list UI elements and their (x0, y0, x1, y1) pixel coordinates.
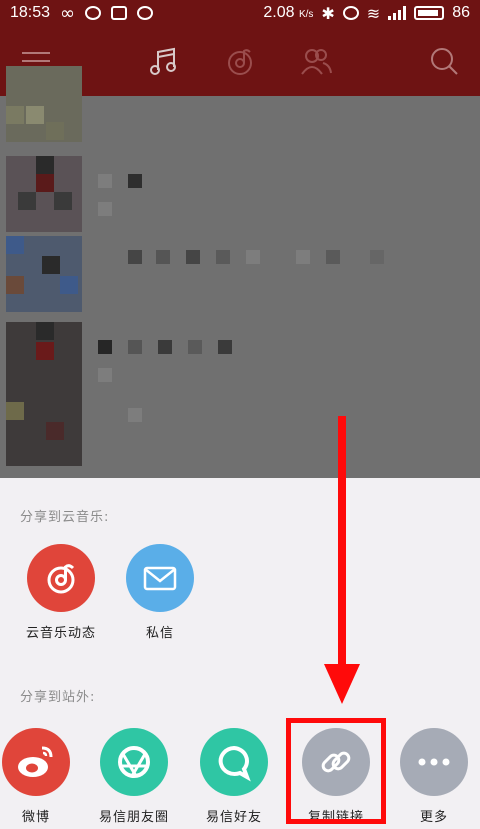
share-sheet: 分享到云音乐: 云音乐动态 私信 分享到站外: 微博 易信朋友圈 易信好友 复制… (0, 478, 480, 829)
list-item (0, 156, 480, 240)
mail-icon (143, 566, 177, 591)
status-bar: 18:53 ∞ 2.08 K/s ✱ ≋ 86 (0, 0, 480, 26)
share-label: 云音乐动态 (25, 626, 96, 641)
list-item (0, 66, 480, 150)
status-right: 2.08 K/s ✱ ≋ 86 (263, 4, 470, 23)
yixin-chat-icon (218, 745, 251, 782)
signal-icon (388, 6, 407, 20)
infinity-icon: ∞ (60, 2, 76, 24)
share-label: 更多 (419, 810, 448, 825)
album-thumbnail (6, 236, 82, 312)
share-more[interactable]: 更多 (386, 728, 480, 825)
app-notify-icon (85, 6, 102, 20)
status-time: 18:53 (10, 4, 51, 21)
section-label-external: 分享到站外: (20, 690, 96, 705)
list-item (0, 322, 480, 472)
netease-circle (27, 544, 95, 612)
section-label-internal: 分享到云音乐: (20, 510, 110, 525)
wifi-icon: ≋ (366, 3, 381, 23)
weibo-circle (2, 728, 70, 796)
song-list-dimmed (0, 66, 480, 478)
list-item (0, 236, 480, 320)
share-label: 易信好友 (205, 810, 262, 825)
share-yixin-friends[interactable]: 易信好友 (186, 728, 282, 825)
share-weibo[interactable]: 微博 (0, 728, 84, 825)
mail-circle (126, 544, 194, 612)
bluetooth-icon: ✱ (321, 3, 335, 23)
more-icon (418, 758, 450, 766)
image-notify-icon (111, 6, 128, 20)
battery-level: 86 (452, 4, 470, 21)
weibo-icon (18, 746, 53, 777)
share-label: 微博 (21, 810, 50, 825)
network-speed: 2.08 K/s (263, 4, 314, 21)
status-notification-icons: ∞ (60, 2, 154, 24)
alarm-icon (342, 6, 359, 20)
netease-notify-icon (137, 6, 154, 20)
more-circle (400, 728, 468, 796)
share-label: 易信朋友圈 (98, 810, 169, 825)
annotation-highlight-box (286, 718, 386, 824)
album-thumbnail (6, 322, 82, 466)
yixin-moments-circle (100, 728, 168, 796)
yixin-chat-circle (200, 728, 268, 796)
album-thumbnail (6, 156, 82, 232)
share-yixin-moments[interactable]: 易信朋友圈 (86, 728, 182, 825)
battery-icon (414, 6, 445, 20)
share-netease-feed[interactable]: 云音乐动态 (13, 544, 109, 641)
netease-icon (47, 564, 75, 594)
annotation-arrow (324, 416, 360, 704)
yixin-moments-icon (118, 746, 150, 778)
share-label: 私信 (145, 626, 174, 641)
share-private-message[interactable]: 私信 (112, 544, 208, 641)
album-thumbnail (6, 66, 82, 142)
